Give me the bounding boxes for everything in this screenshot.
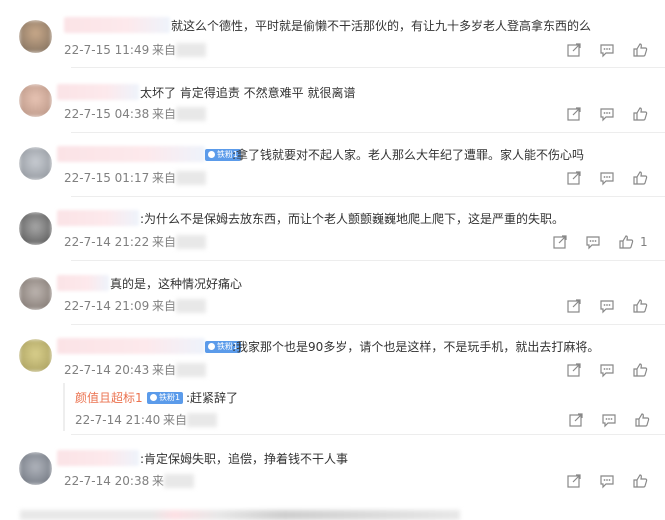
comment-icon[interactable] bbox=[599, 362, 615, 378]
comment-time: 22-7-15 04:38 bbox=[64, 107, 150, 121]
forward-icon[interactable] bbox=[566, 362, 582, 378]
user-name-blurred[interactable] bbox=[64, 17, 170, 33]
like-icon[interactable] bbox=[634, 412, 650, 428]
comment-icon[interactable] bbox=[585, 234, 601, 250]
forward-icon[interactable] bbox=[566, 106, 582, 122]
comment-item: :为什么不是保姆去放东西，而让个老人颤颤巍巍地爬上爬下，这是严重的失职。 22-… bbox=[0, 197, 665, 261]
comment-text: :为什么不是保姆去放东西，而让个老人颤颤巍巍地爬上爬下，这是严重的失职。 bbox=[140, 212, 565, 226]
user-name-blurred[interactable] bbox=[57, 275, 109, 291]
avatar[interactable] bbox=[19, 339, 52, 372]
source-blurred bbox=[176, 171, 206, 185]
source-blurred bbox=[176, 299, 206, 313]
forward-icon[interactable] bbox=[566, 298, 582, 314]
source-blurred bbox=[176, 107, 206, 121]
reply-time: 22-7-14 21:40 bbox=[75, 413, 161, 427]
like-icon[interactable] bbox=[632, 362, 648, 378]
comment-time: 22-7-14 21:09 bbox=[64, 299, 150, 313]
forward-icon[interactable] bbox=[566, 170, 582, 186]
like-icon[interactable] bbox=[618, 234, 634, 250]
comment-item: 太坏了 肯定得追责 不然意难平 就很离谱 22-7-15 04:38 来自 bbox=[0, 68, 665, 132]
avatar[interactable] bbox=[19, 452, 52, 485]
reply-source: 来自 bbox=[163, 413, 188, 427]
reply-user-name[interactable]: 颜值且超标1 bbox=[75, 390, 143, 406]
user-name-blurred[interactable] bbox=[57, 210, 139, 226]
forward-icon[interactable] bbox=[566, 473, 582, 489]
like-count: 1 bbox=[640, 235, 648, 249]
comment-text: :肯定保姆失职，追偿，挣着钱不干人事 bbox=[140, 452, 349, 466]
comment-icon[interactable] bbox=[599, 42, 615, 58]
fan-badge: 铁粉1 bbox=[147, 392, 184, 404]
user-name-blurred[interactable] bbox=[57, 146, 205, 162]
comment-item: :肯定保姆失职，追偿，挣着钱不干人事 22-7-14 20:38 来 bbox=[0, 435, 665, 499]
comment-source: 来自 bbox=[152, 43, 177, 57]
forward-icon[interactable] bbox=[568, 412, 584, 428]
source-blurred bbox=[176, 235, 206, 249]
comment-text: :我家那个也是90多岁，请个也是这样，不是玩手机，就出去打麻将。 bbox=[232, 340, 600, 354]
avatar[interactable] bbox=[19, 277, 52, 310]
comment-time: 22-7-14 20:43 bbox=[64, 363, 150, 377]
comment-time: 22-7-15 01:17 bbox=[64, 171, 150, 185]
comment-text: 真的是，这种情况好痛心 bbox=[110, 277, 243, 291]
user-name-blurred[interactable] bbox=[57, 338, 205, 354]
comment-item: 就这么个德性，平时就是偷懒不干活那伙的，有让九十多岁老人登高拿东西的么 22-7… bbox=[0, 0, 665, 64]
user-name-blurred[interactable] bbox=[57, 84, 139, 100]
avatar[interactable] bbox=[19, 212, 52, 245]
avatar[interactable] bbox=[19, 147, 52, 180]
comment-source: 来自 bbox=[152, 107, 177, 121]
source-blurred bbox=[176, 43, 206, 57]
comment-text: 太坏了 肯定得追责 不然意难平 就很离谱 bbox=[140, 86, 356, 100]
avatar[interactable] bbox=[19, 20, 52, 53]
next-comment-blurred bbox=[20, 510, 460, 520]
comment-icon[interactable] bbox=[599, 170, 615, 186]
forward-icon[interactable] bbox=[552, 234, 568, 250]
like-icon[interactable] bbox=[632, 106, 648, 122]
like-icon[interactable] bbox=[632, 473, 648, 489]
comment-item: 铁粉1 :我家那个也是90多岁，请个也是这样，不是玩手机，就出去打麻将。 22-… bbox=[0, 325, 665, 445]
avatar[interactable] bbox=[19, 84, 52, 117]
comment-source: 来自 bbox=[152, 299, 177, 313]
like-icon[interactable] bbox=[632, 298, 648, 314]
comment-source: 来自 bbox=[152, 171, 177, 185]
like-icon[interactable] bbox=[632, 42, 648, 58]
comment-time: 22-7-14 20:38 bbox=[64, 474, 150, 488]
comment-icon[interactable] bbox=[599, 106, 615, 122]
comment-icon[interactable] bbox=[599, 473, 615, 489]
source-blurred bbox=[176, 363, 206, 377]
comment-text: 就这么个德性，平时就是偷懒不干活那伙的，有让九十多岁老人登高拿东西的么 bbox=[171, 19, 592, 33]
comment-source: 来自 bbox=[152, 235, 177, 249]
source-blurred bbox=[164, 474, 194, 488]
comment-icon[interactable] bbox=[599, 298, 615, 314]
comment-icon[interactable] bbox=[601, 412, 617, 428]
comment-source: 来自 bbox=[152, 363, 177, 377]
forward-icon[interactable] bbox=[566, 42, 582, 58]
comment-item: 真的是，这种情况好痛心 22-7-14 21:09 来自 bbox=[0, 261, 665, 325]
source-blurred bbox=[187, 413, 217, 427]
reply-item: 颜值且超标1 铁粉1 :赶紧辞了 22-7-14 21:40 来自 bbox=[63, 383, 665, 431]
comment-time: 22-7-14 21:22 bbox=[64, 235, 150, 249]
comment-source: 来 bbox=[152, 474, 165, 488]
reply-text: :赶紧辞了 bbox=[186, 391, 239, 405]
comment-time: 22-7-15 11:49 bbox=[64, 43, 150, 57]
like-icon[interactable] bbox=[632, 170, 648, 186]
comment-text: :拿了钱就要对不起人家。老人那么大年纪了遭罪。家人能不伤心吗 bbox=[232, 148, 585, 162]
user-name-blurred[interactable] bbox=[57, 450, 139, 466]
comment-item: 铁粉1 :拿了钱就要对不起人家。老人那么大年纪了遭罪。家人能不伤心吗 22-7-… bbox=[0, 133, 665, 197]
